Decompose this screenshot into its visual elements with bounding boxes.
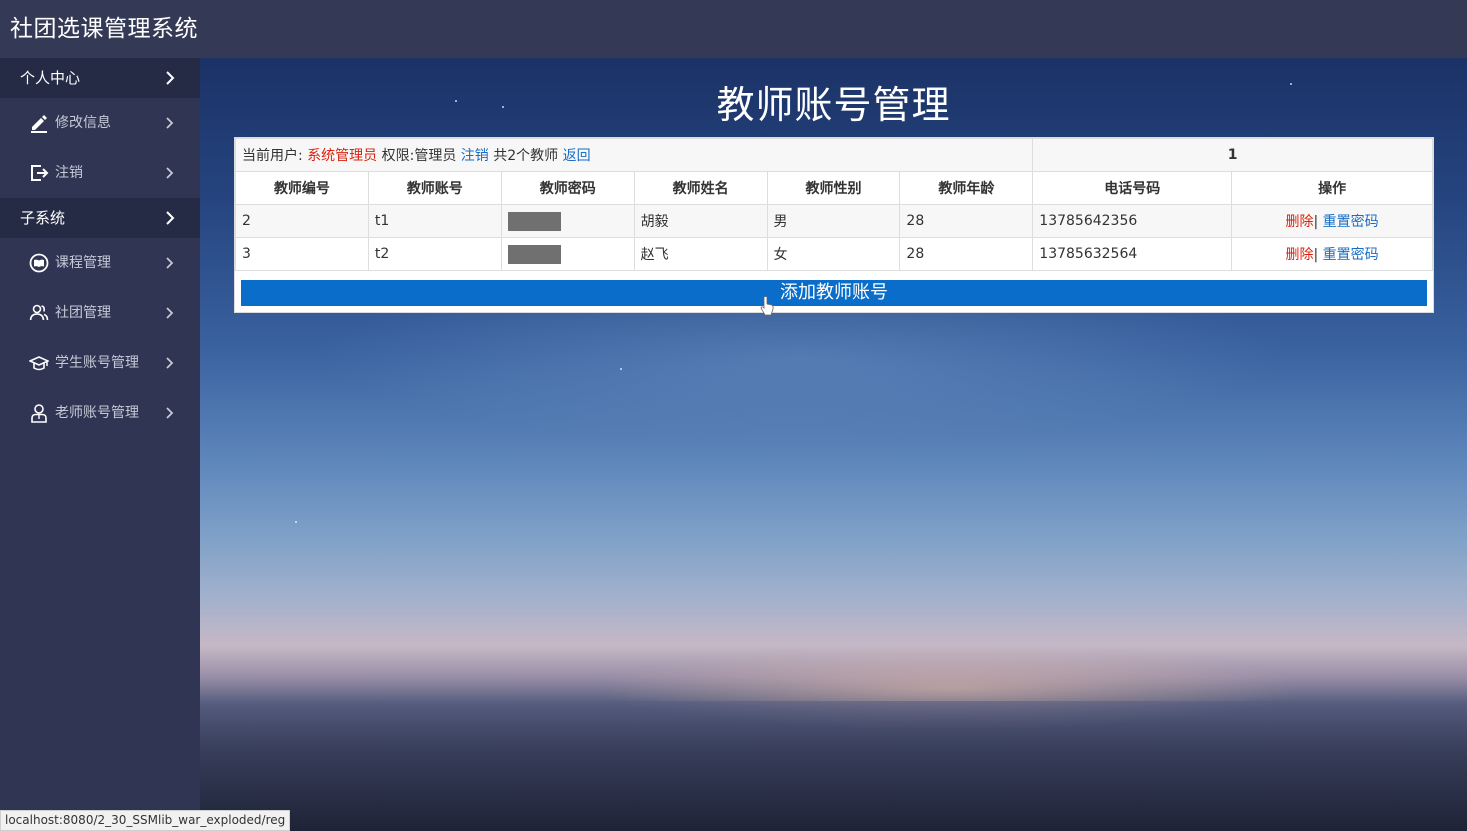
sidebar-item-label: 学生账号管理: [55, 355, 139, 371]
chevron-right-icon: [164, 238, 176, 288]
column-header: 教师年龄: [899, 171, 1034, 205]
app-title: 社团选课管理系统: [10, 16, 198, 42]
teacher-phone: 13785632564: [1032, 237, 1233, 271]
users-icon: [29, 303, 49, 323]
edit-icon: [29, 113, 49, 133]
background-star: [295, 521, 297, 523]
column-header: 教师编号: [235, 171, 369, 205]
column-header: 电话号码: [1032, 171, 1233, 205]
teacher-age: 28: [899, 204, 1034, 238]
permission-label: 权限:管理员: [381, 148, 457, 164]
teacher-table: 当前用户: 系统管理员 权限:管理员 注销 共2个教师 返回 1 教师编号 教师…: [234, 138, 1433, 271]
chevron-right-icon: [164, 58, 176, 98]
sidebar-item-club-management[interactable]: 社团管理: [0, 288, 200, 338]
current-user-label: 当前用户:: [242, 148, 303, 164]
teacher-account: t1: [367, 204, 502, 238]
back-link[interactable]: 返回: [563, 148, 591, 164]
chevron-right-icon: [164, 98, 176, 148]
teacher-id: 2: [235, 204, 369, 238]
book-icon: [29, 253, 49, 273]
teacher-gender: 男: [766, 204, 901, 238]
teacher-password: [500, 237, 635, 271]
logout-link[interactable]: 注销: [461, 148, 489, 164]
current-user-name: 系统管理员: [307, 148, 378, 164]
logout-icon: [29, 163, 49, 183]
background-sea: [200, 701, 1467, 831]
page-number: 1: [1032, 138, 1433, 172]
teacher-id: 3: [235, 237, 369, 271]
chevron-right-icon: [164, 148, 176, 198]
teacher-phone: 13785642356: [1032, 204, 1233, 238]
column-header: 操作: [1231, 171, 1433, 205]
teacher-account: t2: [367, 237, 502, 271]
sidebar-item-label: 老师账号管理: [55, 405, 139, 421]
row-actions: 删除| 重置密码: [1231, 237, 1433, 271]
sidebar-item-label: 课程管理: [55, 255, 111, 271]
sidebar-item-teacher-accounts[interactable]: 老师账号管理: [0, 388, 200, 438]
page-title: 教师账号管理: [716, 83, 951, 127]
chevron-right-icon: [164, 288, 176, 338]
teacher-password: [500, 204, 635, 238]
teacher-name: 胡毅: [633, 204, 768, 238]
action-separator: |: [1313, 247, 1319, 263]
sidebar-item-logout[interactable]: 注销: [0, 148, 200, 198]
background-star: [620, 368, 622, 370]
sidebar-item-label: 注销: [55, 165, 83, 181]
table-header-row: 教师编号 教师账号 教师密码 教师姓名 教师性别 教师年龄 电话号码 操作: [235, 171, 1433, 205]
delete-link[interactable]: 删除: [1286, 247, 1314, 263]
top-header: 社团选课管理系统: [0, 0, 1467, 58]
user-info-cell: 当前用户: 系统管理员 权限:管理员 注销 共2个教师 返回: [234, 138, 1034, 172]
sidebar-item-edit-info[interactable]: 修改信息: [0, 98, 200, 148]
hand-cursor-icon: [760, 296, 774, 316]
teacher-name: 赵飞: [633, 237, 768, 271]
teacher-count: 共2个教师: [493, 148, 559, 164]
masked-password: [507, 244, 561, 264]
sidebar-group-subsystem[interactable]: 子系统: [0, 198, 200, 238]
table-row: 2 t1 胡毅 男 28 13785642356 删除| 重置密码: [235, 204, 1433, 238]
teacher-icon: [29, 403, 49, 423]
reset-password-link[interactable]: 重置密码: [1323, 214, 1379, 230]
teacher-age: 28: [899, 237, 1034, 271]
table-row: 3 t2 赵飞 女 28 13785632564 删除| 重置密码: [235, 237, 1433, 271]
column-header: 教师姓名: [633, 171, 768, 205]
teacher-table-panel: 当前用户: 系统管理员 权限:管理员 注销 共2个教师 返回 1 教师编号 教师…: [234, 137, 1434, 313]
sidebar-item-course-management[interactable]: 课程管理: [0, 238, 200, 288]
action-separator: |: [1313, 214, 1319, 230]
sidebar-group-label: 个人中心: [20, 69, 81, 87]
delete-link[interactable]: 删除: [1286, 214, 1314, 230]
main-content: 教师账号管理 当前用户: 系统管理员 权限:管理员 注销 共2个教师 返回 1 …: [200, 58, 1467, 831]
sidebar-group-label: 子系统: [20, 209, 66, 227]
add-teacher-button[interactable]: 添加教师账号: [241, 280, 1427, 306]
masked-password: [507, 211, 561, 231]
sidebar-group-personal-center[interactable]: 个人中心: [0, 58, 200, 98]
browser-status-url: localhost:8080/2_30_SSMlib_war_exploded/…: [0, 810, 291, 831]
column-header: 教师账号: [367, 171, 502, 205]
sidebar-item-student-accounts[interactable]: 学生账号管理: [0, 338, 200, 388]
row-actions: 删除| 重置密码: [1231, 204, 1433, 238]
chevron-right-icon: [164, 388, 176, 438]
table-info-row: 当前用户: 系统管理员 权限:管理员 注销 共2个教师 返回 1: [234, 138, 1433, 172]
graduation-cap-icon: [29, 353, 49, 373]
chevron-right-icon: [164, 338, 176, 388]
column-header: 教师密码: [500, 171, 635, 205]
sidebar-item-label: 修改信息: [55, 115, 111, 131]
chevron-right-icon: [164, 198, 176, 238]
teacher-gender: 女: [766, 237, 901, 271]
sidebar: 个人中心 修改信息 注销 子系统 课程管理 社团管理 学生账号管理 老师账号管理: [0, 58, 200, 831]
reset-password-link[interactable]: 重置密码: [1323, 247, 1379, 263]
sidebar-item-label: 社团管理: [55, 305, 111, 321]
column-header: 教师性别: [766, 171, 901, 205]
